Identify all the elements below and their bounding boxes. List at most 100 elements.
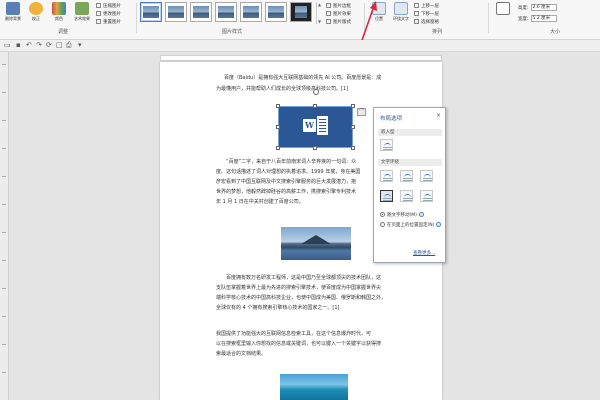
change-picture-label: 更改图片 xyxy=(103,12,121,17)
paragraph-line: 世界的梦想，他毅然辞掉硅谷的高薪工作，携搜索引擎专利技术 xyxy=(216,189,357,195)
reset-icon xyxy=(96,19,101,24)
send-backward-label: 下移一层 xyxy=(421,12,439,17)
resize-handle[interactable] xyxy=(276,104,280,108)
ruler-tick xyxy=(2,176,6,177)
style-thumb-picture xyxy=(193,6,209,18)
reset-picture-button[interactable]: 重置图片 xyxy=(96,19,121,25)
wrap-through-option[interactable] xyxy=(420,170,433,182)
picture-border-button[interactable]: 图片边框 xyxy=(326,3,351,9)
resize-handle[interactable] xyxy=(276,146,280,150)
resize-handle[interactable] xyxy=(276,125,280,129)
refresh-icon[interactable]: ⟳ xyxy=(46,41,52,49)
wrap-text-button[interactable]: 环绕文字 xyxy=(390,2,412,22)
corrections-button[interactable]: 校正 xyxy=(25,2,47,22)
wrap-square-option[interactable] xyxy=(380,170,393,182)
color-button[interactable]: 颜色 xyxy=(48,2,70,22)
compress-pictures-button[interactable]: 压缩图片 xyxy=(96,3,121,9)
style-thumb-picture xyxy=(243,6,259,18)
remove-background-button[interactable]: 删除背景 xyxy=(2,2,24,22)
change-picture-icon xyxy=(96,11,101,16)
compress-label: 压缩图片 xyxy=(103,4,121,9)
style-thumb[interactable] xyxy=(190,2,212,22)
fix-position-option[interactable]: 在页面上的位置固定(N) i xyxy=(380,222,442,229)
send-backward-button[interactable]: 下移一层 xyxy=(414,11,439,17)
color-label: 颜色 xyxy=(55,16,63,21)
more-commands-icon[interactable]: ▾ xyxy=(78,41,82,49)
picture-layout-button[interactable]: 图片版式 xyxy=(326,19,351,25)
selection-pane-button[interactable]: 选择窗格 xyxy=(414,19,439,25)
resize-handle[interactable] xyxy=(313,146,317,150)
picture-effects-label: 图片效果 xyxy=(333,12,351,17)
width-field[interactable]: 宽度: 5.2 厘米 xyxy=(518,15,557,22)
wrap-tight-option[interactable] xyxy=(400,170,413,182)
style-thumb[interactable] xyxy=(240,2,262,22)
remove-background-icon xyxy=(6,2,20,15)
compress-icon xyxy=(96,3,101,8)
mount-fuji-photo[interactable] xyxy=(281,227,351,260)
bring-forward-button[interactable]: 上移一层 xyxy=(414,3,439,9)
crop-button[interactable] xyxy=(492,2,514,15)
ruler-tick xyxy=(2,316,6,317)
paragraph-line: 索最适合的文档结果。 xyxy=(216,351,267,357)
inline-section-header: 嵌入型 xyxy=(378,129,442,136)
save-icon[interactable]: ▪ xyxy=(16,41,21,49)
picture-effects-button[interactable]: 图片效果 xyxy=(326,11,351,17)
ruler-tick xyxy=(2,148,6,149)
height-field[interactable]: 高度: 2.6 厘米 xyxy=(518,4,557,11)
text-lines-icon xyxy=(403,178,412,179)
move-with-text-option[interactable]: 随文字移动(M) i xyxy=(380,212,424,219)
arrange-group-label: 排列 xyxy=(432,29,443,35)
selection-pane-label: 选择窗格 xyxy=(421,20,439,25)
wrap-behind-option[interactable] xyxy=(400,190,413,202)
open-icon[interactable]: □ xyxy=(56,41,63,49)
picture-layout-label: 图片版式 xyxy=(333,20,351,25)
ruler-tick xyxy=(2,120,6,121)
see-more-link[interactable]: 查看更多... xyxy=(413,250,435,256)
size-group-label: 大小 xyxy=(550,29,561,35)
document-pages-icon xyxy=(317,116,328,135)
print-icon[interactable]: ⎙ xyxy=(66,41,72,50)
ruler-tick xyxy=(2,92,6,93)
gallery-scroll[interactable]: ▲ ▼ xyxy=(316,2,322,24)
artistic-effects-button[interactable]: 艺术效果 xyxy=(71,2,93,22)
resize-handle[interactable] xyxy=(313,104,317,108)
style-thumb[interactable] xyxy=(140,2,162,22)
info-icon: i xyxy=(436,222,442,227)
paragraph-line: 我国提供了功能强大的互联网信息检索工具，在这个信息爆炸时代，可 xyxy=(216,331,372,337)
paragraph-line: 为最懂用户，并能帮助人们成长的全球顶级高科技公司。[1] xyxy=(216,86,349,92)
reset-label: 重置图片 xyxy=(103,20,121,25)
resize-handle[interactable] xyxy=(351,104,355,108)
style-thumb[interactable] xyxy=(265,2,287,22)
fix-position-label: 在页面上的位置固定(N) xyxy=(387,223,435,228)
styles-group-label: 图片样式 xyxy=(222,29,243,35)
style-thumb[interactable] xyxy=(215,2,237,22)
paragraph-line: 度。这句话描述了词人对理想的执着追求。1999 年底，身在美国 xyxy=(216,169,361,175)
layout-options-button[interactable]: ⌒ xyxy=(357,108,366,116)
paragraph-line: “百度”二字，来自于八百年前南宋词人辛弃疾的一句词：众 xyxy=(226,159,357,165)
paragraph-line: 彦宏看到了中国互联网及中文搜索引擎服务的巨大发展潜力，抱 xyxy=(216,179,357,185)
change-picture-button[interactable]: 更改图片 xyxy=(96,11,121,17)
style-thumb[interactable] xyxy=(165,2,187,22)
sun-icon xyxy=(29,2,43,15)
rotate-handle-icon[interactable] xyxy=(313,89,319,95)
style-thumb[interactable] xyxy=(290,2,312,22)
height-input[interactable]: 2.6 厘米 xyxy=(530,4,557,11)
close-icon[interactable]: × xyxy=(436,112,441,119)
text-lines-icon xyxy=(423,178,432,179)
width-input[interactable]: 5.2 厘米 xyxy=(530,15,557,22)
selected-picture[interactable]: W xyxy=(278,106,353,148)
picture-styles-gallery xyxy=(140,2,312,24)
paragraph-line: 全球仅有的 4 个拥有搜索引擎核心技术的国家之一。[1] xyxy=(216,305,340,311)
word-window: 删除背景 校正 颜色 艺术效果 压缩图片 更改图片 重置图片 调整 ▲ ▼ 图片… xyxy=(0,0,600,400)
document-icon[interactable]: ▭ xyxy=(4,41,11,49)
sea-photo[interactable] xyxy=(280,374,348,400)
undo-icon[interactable]: ↶ xyxy=(26,41,32,49)
resize-handle[interactable] xyxy=(351,125,355,129)
wrap-inline-option[interactable] xyxy=(380,139,393,151)
wrap-text-icon xyxy=(394,2,408,15)
wrap-front-option[interactable] xyxy=(420,190,433,202)
wrap-top-bottom-option[interactable] xyxy=(380,190,393,202)
redo-icon[interactable]: ↷ xyxy=(36,41,42,49)
remove-background-label: 删除背景 xyxy=(5,16,21,21)
resize-handle[interactable] xyxy=(351,146,355,150)
